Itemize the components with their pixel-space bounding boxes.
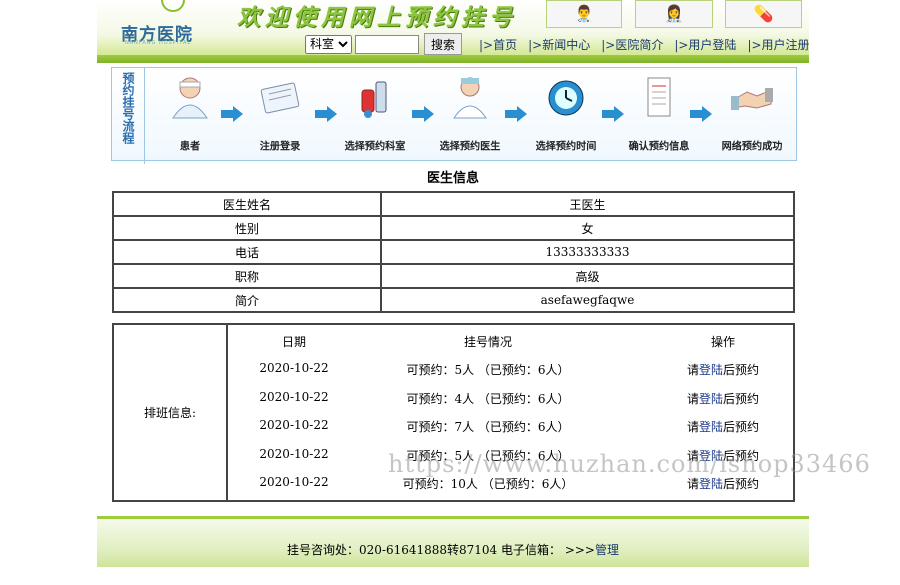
clock-icon: [545, 74, 587, 120]
nav-news[interactable]: |>新闻中心: [528, 36, 590, 53]
step-caption: 注册登录: [259, 140, 301, 153]
header-date: 日期: [281, 335, 306, 349]
search-button[interactable]: 搜索: [424, 33, 463, 55]
row-status: 可预约：5人 （已预约：6人）: [406, 363, 570, 377]
row-date: 2020-10-22: [259, 390, 329, 404]
field-value: asefawegfaqwe: [380, 287, 795, 313]
section-title: 医生信息: [426, 171, 479, 186]
arrow-right-icon: [690, 106, 712, 122]
field-value: 高级: [380, 263, 795, 289]
field-value: 13333333333: [380, 239, 795, 265]
doctor-figure-icon: 👨‍⚕️: [574, 4, 594, 23]
doctor-info-table: 医生姓名 王医生 性别女 电话 13333333333 职称 高级 简介 asefawe…: [112, 191, 795, 313]
step-patient: 患者: [148, 74, 232, 154]
medical-team-icon: 👩‍⚕️: [664, 4, 684, 23]
step-confirm: 确认预约信息: [617, 74, 701, 154]
login-link[interactable]: 登陆: [699, 420, 723, 434]
logo-leaf-icon: [161, 0, 185, 12]
step-caption: 患者: [179, 140, 201, 153]
header-status: 挂号情况: [463, 335, 512, 349]
footer: 挂号咨询处：020-61641888转87104 电子信箱： >>>管理: [97, 516, 809, 567]
step-register: 注册登录: [238, 74, 322, 154]
row-action: 请登陆后预约: [686, 363, 760, 377]
logo-subtext: NANFANG HOSPITAL: [125, 40, 192, 46]
admin-link[interactable]: 管理: [595, 543, 619, 557]
document-icon: [638, 74, 680, 120]
table-row: 电话 13333333333: [112, 239, 795, 265]
search-input[interactable]: [355, 34, 419, 54]
field-value: 王医生: [380, 191, 795, 217]
welcome-banner: 欢迎使用网上预约挂号: [237, 4, 517, 31]
nav-about[interactable]: |>医院简介: [601, 36, 663, 53]
top-nav: |>首页 |>新闻中心 |>医院简介 |>用户登陆 |>用户注册: [479, 36, 821, 53]
department-icon: [354, 74, 396, 120]
row-date: 2020-10-22: [259, 361, 329, 375]
schedule-row: 2020-10-22 可预约：5人 （已预约：6人） 请登陆后预约: [228, 354, 793, 382]
row-action: 请登陆后预约: [686, 392, 760, 406]
step-doctor: 选择预约医生: [428, 74, 512, 154]
row-date: 2020-10-22: [259, 418, 329, 432]
footer-text: 挂号咨询处：020-61641888转87104 电子信箱： >>>管理: [97, 541, 809, 558]
schedule-label: 排班信息:: [114, 325, 228, 500]
header: 南方医院 NANFANG HOSPITAL 欢迎使用网上预约挂号 👨‍⚕️ 👩‍…: [97, 0, 810, 62]
field-value: 女: [380, 215, 795, 241]
process-label-text: 预约挂号流程: [121, 72, 135, 144]
handshake-icon: [731, 74, 773, 120]
table-row: 职称 高级: [112, 263, 795, 289]
field-label: 职称: [112, 263, 382, 289]
header-action: 操作: [710, 335, 735, 349]
login-link[interactable]: 登陆: [699, 477, 723, 491]
step-department: 选择预约科室: [333, 74, 417, 154]
doctor-icon: [449, 74, 491, 120]
header-divider: [97, 55, 809, 63]
nav-register[interactable]: |>用户注册: [747, 36, 809, 53]
medical-photo-3: 💊: [725, 0, 802, 28]
field-label: 医生姓名: [112, 191, 382, 217]
field-label: 性别: [112, 215, 382, 241]
nav-home[interactable]: |>首页: [479, 36, 517, 53]
patient-icon: [169, 74, 211, 120]
nav-login[interactable]: |>用户登陆: [674, 36, 736, 53]
step-success: 网络预约成功: [710, 74, 794, 154]
department-select[interactable]: 科室: [305, 34, 352, 54]
doctor-photo-2: 👩‍⚕️: [635, 0, 713, 28]
step-caption: 网络预约成功: [721, 140, 783, 153]
row-date: 2020-10-22: [259, 475, 329, 489]
schedule-row: 2020-10-22 可预约：7人 （已预约：6人） 请登陆后预约: [228, 411, 793, 439]
step-caption: 确认预约信息: [628, 140, 690, 153]
medicine-icon: 💊: [753, 4, 774, 23]
hospital-logo[interactable]: 南方医院 NANFANG HOSPITAL: [117, 0, 217, 50]
step-time: 选择预约时间: [524, 74, 608, 154]
field-label: 简介: [112, 287, 382, 313]
row-action: 请登陆后预约: [686, 420, 760, 434]
register-icon: [259, 74, 301, 120]
row-status: 可预约：7人 （已预约：6人）: [406, 420, 570, 434]
step-caption: 选择预约医生: [439, 140, 501, 153]
search-bar: 科室 搜索: [305, 33, 463, 55]
schedule-row: 2020-10-22 可预约：4人 （已预约：6人） 请登陆后预约: [228, 383, 793, 411]
row-date: 2020-10-22: [259, 447, 329, 461]
table-row: 性别女: [112, 215, 795, 241]
table-row: 医生姓名 王医生: [112, 191, 795, 217]
watermark: https://www.huzhan.com/ishop33466: [388, 450, 871, 478]
login-link[interactable]: 登陆: [699, 363, 723, 377]
schedule-header: 日期 挂号情况 操作: [228, 325, 793, 353]
footer-contact: 挂号咨询处：020-61641888转87104 电子信箱： >>>: [286, 543, 595, 557]
field-label: 电话: [112, 239, 382, 265]
process-label: 预约挂号流程: [112, 68, 145, 164]
table-row: 简介 asefawegfaqwe: [112, 287, 795, 313]
step-caption: 选择预约科室: [344, 140, 406, 153]
step-caption: 选择预约时间: [535, 140, 597, 153]
booking-process: 预约挂号流程 患者 注册登录 选择预约科室 选择预约医生 选择预约时间 确认预约…: [111, 67, 797, 164]
login-link[interactable]: 登陆: [699, 392, 723, 406]
row-status: 可预约：4人 （已预约：6人）: [406, 392, 570, 406]
doctor-photo-1: 👨‍⚕️: [546, 0, 622, 28]
